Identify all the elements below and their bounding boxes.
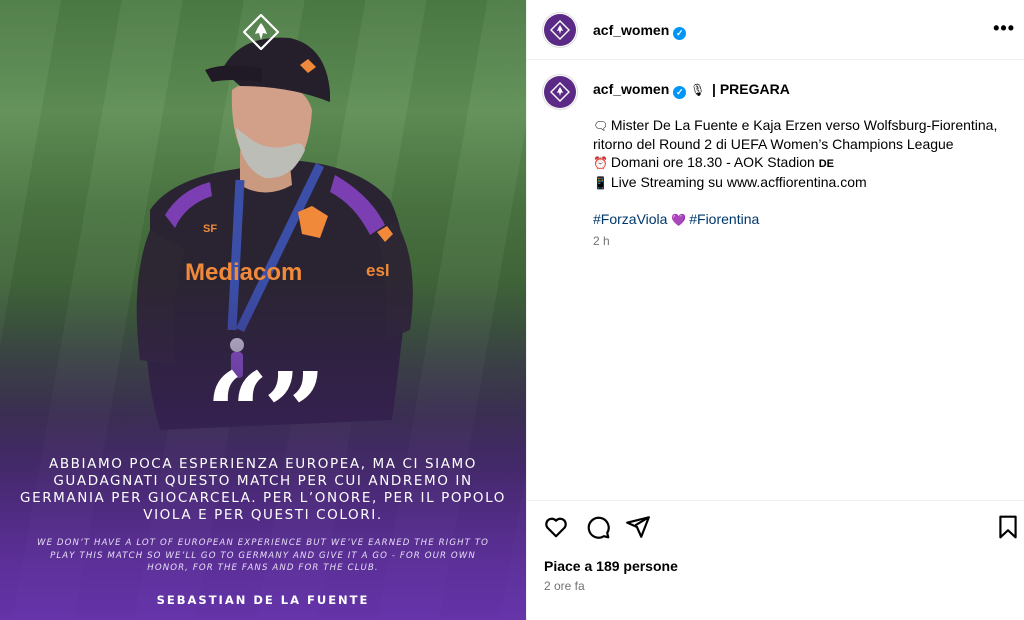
svg-text:esl: esl bbox=[366, 261, 390, 280]
caption-line-3: Domani ore 18.30 - AOK Stadion bbox=[610, 154, 815, 170]
avatar[interactable] bbox=[542, 12, 578, 48]
purple-heart-icon: 💜 bbox=[671, 213, 687, 227]
quote-english: We don’t have a lot of European experien… bbox=[36, 538, 490, 573]
comment-icon[interactable] bbox=[585, 514, 611, 540]
action-bar bbox=[543, 514, 1017, 542]
caption-avatar[interactable] bbox=[542, 74, 578, 110]
caption-line-4: Live Streaming su www.acffiorentina.com bbox=[610, 174, 867, 190]
post-header: acf_women ✓ ••• bbox=[527, 0, 1024, 60]
caption-line-1: Mister De La Fuente e Kaja Erzen verso W… bbox=[610, 117, 998, 133]
hashtag-fiorentina[interactable]: #Fiorentina bbox=[689, 211, 759, 227]
save-bookmark-icon[interactable] bbox=[995, 514, 1021, 540]
quote-author: SEBASTIAN DE LA FUENTE bbox=[156, 593, 370, 607]
microphone-icon: 🎙 bbox=[690, 83, 706, 97]
caption-tag: | PREGARA bbox=[712, 81, 790, 97]
like-heart-icon[interactable] bbox=[543, 514, 569, 540]
more-options-icon[interactable]: ••• bbox=[993, 18, 1015, 39]
quote-italian: Abbiamo poca esperienza europea, ma ci s… bbox=[20, 456, 506, 523]
caption-text: 🗨 Mister De La Fuente e Kaja Erzen verso… bbox=[593, 116, 1003, 229]
alarm-clock-icon: ⏰ bbox=[593, 156, 608, 170]
caption-username[interactable]: acf_women bbox=[593, 81, 669, 97]
likes-count[interactable]: Piace a 189 persone bbox=[544, 558, 678, 574]
caption-time-ago[interactable]: 2 h bbox=[593, 234, 610, 248]
caption-header: acf_women ✓ 🎙 | PREGARA bbox=[593, 81, 790, 99]
caption-line-2: ritorno del Round 2 di UEFA Women’s Cham… bbox=[593, 136, 954, 152]
post-image[interactable]: Mediacom SF esl “” Abbiamo poca esperien… bbox=[0, 0, 526, 620]
quote-marks: “” bbox=[205, 348, 327, 477]
post-date[interactable]: 2 ore fa bbox=[544, 579, 585, 593]
shirt-initials: SF bbox=[203, 223, 217, 235]
mobile-phone-icon: 📱 bbox=[593, 176, 608, 190]
header-username[interactable]: acf_women ✓ bbox=[593, 22, 687, 40]
share-icon[interactable] bbox=[625, 514, 651, 540]
germany-flag-icon: DE bbox=[818, 158, 834, 170]
post-details-panel: acf_women ✓ ••• acf_women ✓ 🎙 | PREGARA 🗨 … bbox=[526, 0, 1024, 620]
verified-badge-icon: ✓ bbox=[673, 27, 687, 40]
verified-badge-icon: ✓ bbox=[673, 86, 687, 99]
speech-bubble-icon: 🗨 bbox=[593, 119, 609, 133]
divider bbox=[527, 500, 1024, 501]
fiorentina-logo bbox=[243, 14, 279, 50]
hashtag-forzaviola[interactable]: #ForzaViola bbox=[593, 211, 667, 227]
